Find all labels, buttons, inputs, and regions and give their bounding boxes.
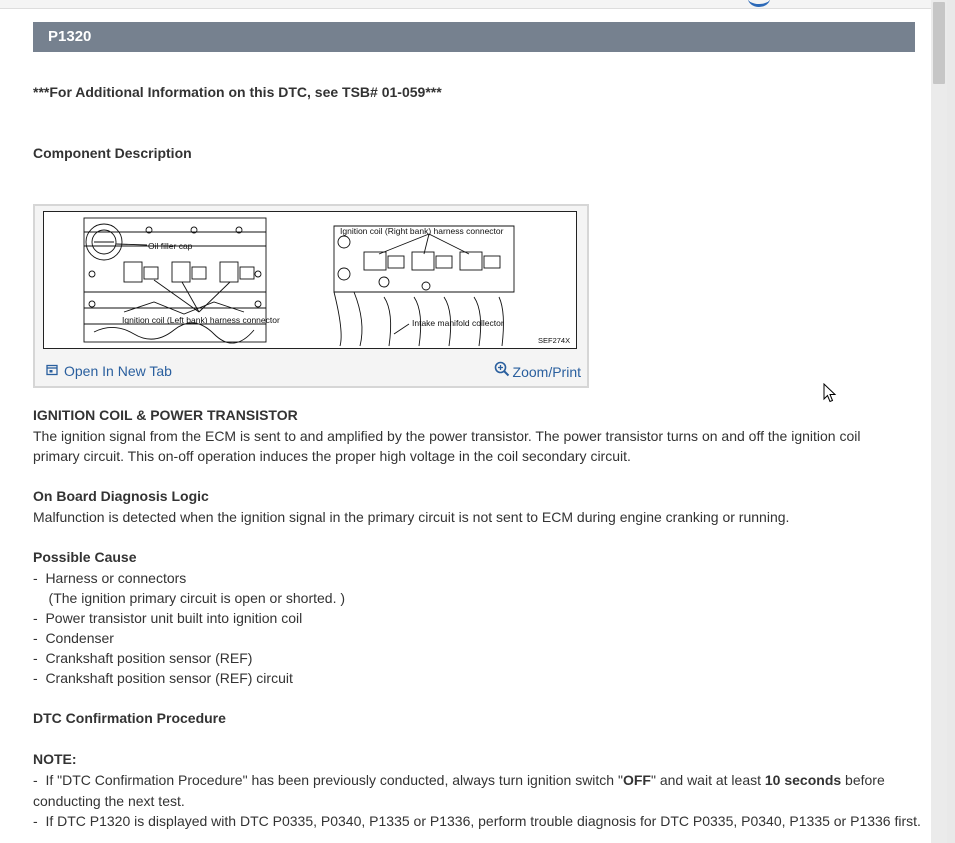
figure-code: SEF274X	[538, 336, 570, 345]
top-strip-indicator	[748, 0, 770, 7]
zoom-print-label: Zoom/Print	[512, 364, 581, 380]
scrollbar-thumb[interactable]	[933, 2, 945, 84]
label-oil-filler-cap: Oil filler cap	[148, 241, 193, 251]
component-figure: Oil filler cap Ignition coil (Left bank)…	[33, 204, 589, 388]
cause-item: - Crankshaft position sensor (REF) circu…	[33, 670, 293, 686]
ignition-coil-diagram: Oil filler cap Ignition coil (Left bank)…	[43, 211, 577, 349]
note-item-2: - If DTC P1320 is displayed with DTC P03…	[33, 813, 921, 829]
open-in-new-tab-label: Open In New Tab	[64, 363, 172, 379]
vertical-scrollbar[interactable]	[931, 0, 947, 843]
ignition-text-line-1: The ignition signal from the ECM is sent…	[33, 428, 861, 444]
document-page: P1320 ***For Additional Information on t…	[0, 0, 931, 843]
top-strip	[0, 0, 931, 9]
possible-cause-heading: Possible Cause	[33, 549, 137, 565]
note-item-1-off: OFF	[622, 772, 651, 788]
cause-item: - Power transistor unit built into ignit…	[33, 610, 303, 626]
zoom-print-link[interactable]: Zoom/Print	[494, 360, 581, 380]
cause-item: (The ignition primary circuit is open or…	[33, 590, 346, 606]
note-item-1-part-a: - If "DTC Confirmation Procedure" has be…	[33, 772, 623, 788]
component-description-heading: Component Description	[33, 145, 192, 161]
label-intake-manifold: Intake manifold collector	[412, 318, 504, 328]
dtc-procedure-heading: DTC Confirmation Procedure	[33, 710, 226, 726]
open-new-tab-icon	[46, 363, 58, 379]
tsb-note: ***For Additional Information on this DT…	[33, 84, 442, 100]
mouse-cursor-icon	[823, 382, 837, 408]
obd-text: Malfunction is detected when the ignitio…	[33, 509, 790, 525]
open-in-new-tab-link[interactable]: Open In New Tab	[46, 363, 172, 379]
label-right-bank: Ignition coil (Right bank) harness conne…	[340, 226, 504, 236]
note-item-1-part-c: " and wait at least	[650, 772, 765, 788]
ignition-heading: IGNITION COIL & POWER TRANSISTOR	[33, 407, 298, 423]
note-item-1-part-e: before	[841, 772, 885, 788]
figure-actions: Open In New Tab Zoom/Print	[35, 358, 587, 384]
zoom-icon	[494, 361, 510, 380]
note-item-1: - If "DTC Confirmation Procedure" has be…	[33, 772, 885, 788]
note-heading: NOTE:	[33, 751, 77, 767]
note-item-1-seconds: 10 seconds	[764, 772, 842, 788]
obd-heading: On Board Diagnosis Logic	[33, 488, 209, 504]
note-item-1-continued: conducting the next test.	[33, 793, 185, 809]
cause-item: - Harness or connectors	[33, 570, 187, 586]
right-bank-drawing	[333, 225, 515, 347]
cause-item: - Condenser	[33, 630, 114, 646]
dtc-code: P1320	[48, 28, 92, 45]
cause-item: - Crankshaft position sensor (REF)	[33, 650, 253, 666]
ignition-text-line-2: primary circuit. This on-off operation i…	[33, 448, 631, 464]
dtc-header-bar: P1320	[33, 22, 915, 52]
label-left-bank: Ignition coil (Left bank) harness connec…	[122, 315, 280, 325]
